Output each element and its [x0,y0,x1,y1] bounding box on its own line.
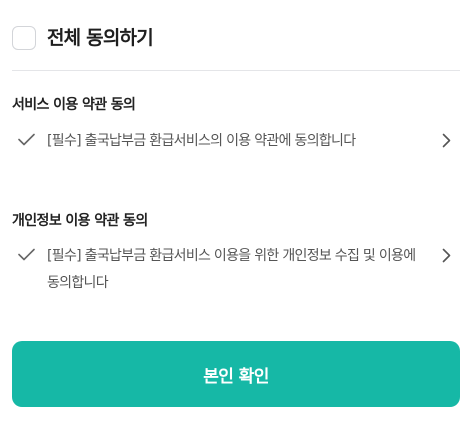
service-terms-text: [필수] 출국납부금 환급서비스의 이용 약관에 동의합니다 [47,133,356,149]
checkmark-icon [18,248,35,261]
chevron-right-icon[interactable] [442,248,451,263]
checkmark-icon [18,133,35,146]
agree-all-row[interactable]: 전체 동의하기 [12,25,154,51]
service-terms-row[interactable]: [필수] 출국납부금 환급서비스의 이용 약관에 동의합니다 [12,128,460,184]
privacy-terms-title: 개인정보 이용 약관 동의 [12,213,148,229]
privacy-terms-text: [필수] 출국납부금 환급서비스 이용을 위한 개인정보 수집 및 이용에 동의… [47,248,416,291]
agree-all-label: 전체 동의하기 [47,27,154,49]
chevron-right-icon[interactable] [442,133,451,148]
divider [12,70,460,71]
privacy-terms-row[interactable]: [필수] 출국납부금 환급서비스 이용을 위한 개인정보 수집 및 이용에 동의… [12,243,460,299]
agree-all-checkbox[interactable] [12,26,36,50]
service-terms-title: 서비스 이용 약관 동의 [12,97,136,113]
identity-verification-button[interactable]: 본인 확인 [12,341,460,407]
